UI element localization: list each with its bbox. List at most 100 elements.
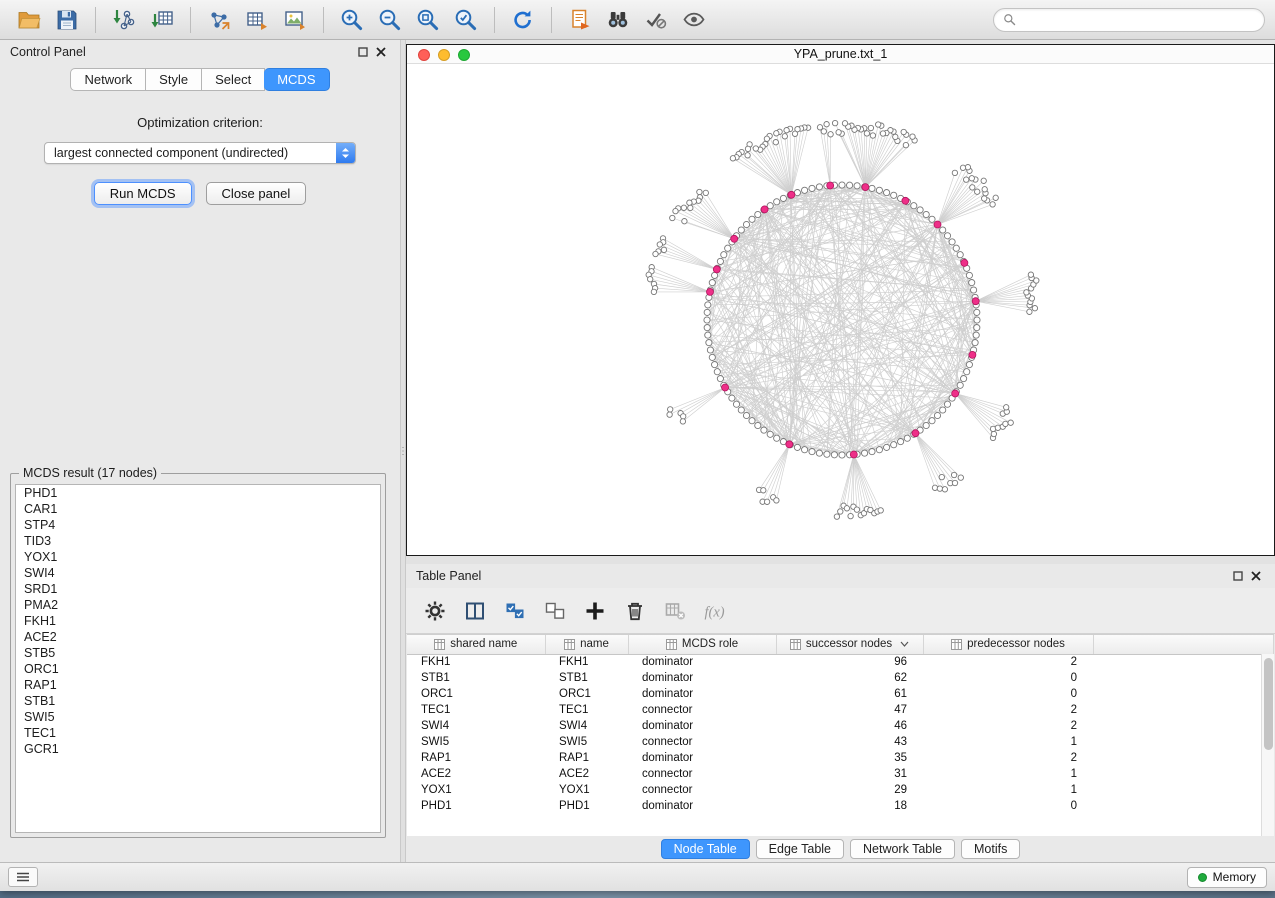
- tab-network-table[interactable]: Network Table: [850, 839, 955, 859]
- table-row[interactable]: RAP1RAP1dominator352: [407, 750, 1274, 766]
- gear-button[interactable]: [420, 596, 450, 626]
- deselect-all-button[interactable]: [540, 596, 570, 626]
- table-row[interactable]: YOX1YOX1connector291: [407, 782, 1274, 798]
- close-panel-icon[interactable]: [372, 44, 390, 60]
- tab-network[interactable]: Network: [70, 68, 146, 91]
- tab-style[interactable]: Style: [146, 68, 202, 91]
- mcds-result-item[interactable]: STP4: [16, 517, 380, 533]
- run-mcds-button[interactable]: Run MCDS: [94, 182, 192, 205]
- table-scrollbar[interactable]: [1261, 654, 1274, 836]
- mcds-result-item[interactable]: ORC1: [16, 661, 380, 677]
- refresh-button[interactable]: [504, 4, 542, 36]
- table-cell: dominator: [628, 750, 776, 766]
- zoom-fit-button[interactable]: [409, 4, 447, 36]
- mcds-result-item[interactable]: STB5: [16, 645, 380, 661]
- add-icon: [584, 600, 606, 622]
- table-cell: [1093, 798, 1274, 814]
- columns-button[interactable]: [460, 596, 490, 626]
- search-input[interactable]: [1022, 13, 1255, 27]
- clipboard-button[interactable]: [561, 4, 599, 36]
- style-check-button[interactable]: [637, 4, 675, 36]
- column-header-empty: [1093, 635, 1274, 654]
- tab-motifs[interactable]: Motifs: [961, 839, 1020, 859]
- horizontal-splitter[interactable]: [406, 556, 1275, 564]
- table-row[interactable]: PHD1PHD1dominator180: [407, 798, 1274, 814]
- network-window: YPA_prune.txt_1: [406, 44, 1275, 556]
- table-row[interactable]: ORC1ORC1dominator610: [407, 686, 1274, 702]
- mcds-result-group: MCDS result (17 nodes) PHD1CAR1STP4TID3Y…: [10, 466, 386, 838]
- table-row[interactable]: SWI4SWI4dominator462: [407, 718, 1274, 734]
- mcds-result-item[interactable]: PMA2: [16, 597, 380, 613]
- mcds-result-item[interactable]: SRD1: [16, 581, 380, 597]
- float-table-panel-icon[interactable]: [1229, 568, 1247, 584]
- main-toolbar-icons: [10, 4, 713, 36]
- mcds-result-item[interactable]: STB1: [16, 693, 380, 709]
- mcds-result-item[interactable]: ACE2: [16, 629, 380, 645]
- tab-mcds[interactable]: MCDS: [264, 68, 329, 91]
- column-header-shared-name[interactable]: shared name: [407, 635, 545, 654]
- column-header-name[interactable]: name: [545, 635, 628, 654]
- table-row[interactable]: TEC1TEC1connector472: [407, 702, 1274, 718]
- table-cell: 29: [776, 782, 923, 798]
- import-network-button[interactable]: [105, 4, 143, 36]
- window-maximize-icon[interactable]: [458, 49, 470, 61]
- float-panel-icon[interactable]: [354, 44, 372, 60]
- tab-node-table[interactable]: Node Table: [661, 839, 750, 859]
- optimization-dropdown[interactable]: largest connected component (undirected): [44, 142, 356, 164]
- export-table-button[interactable]: [238, 4, 276, 36]
- export-image-button[interactable]: [276, 4, 314, 36]
- scrollbar-thumb[interactable]: [1264, 658, 1273, 750]
- import-table-button[interactable]: [143, 4, 181, 36]
- zoom-out-button[interactable]: [371, 4, 409, 36]
- table-grid-icon: [951, 639, 962, 650]
- memory-label: Memory: [1213, 870, 1256, 884]
- window-close-icon[interactable]: [418, 49, 430, 61]
- close-table-panel-icon[interactable]: [1247, 568, 1265, 584]
- mcds-result-item[interactable]: PHD1: [16, 485, 380, 501]
- table-cell: [1093, 686, 1274, 702]
- column-header-predecessor-nodes[interactable]: predecessor nodes: [923, 635, 1093, 654]
- mcds-result-item[interactable]: TID3: [16, 533, 380, 549]
- mcds-result-item[interactable]: CAR1: [16, 501, 380, 517]
- hide-columns-icon: [664, 600, 686, 622]
- delete-icon: [624, 600, 646, 622]
- zoom-in-button[interactable]: [333, 4, 371, 36]
- memory-button[interactable]: Memory: [1187, 867, 1267, 888]
- mcds-result-item[interactable]: SWI5: [16, 709, 380, 725]
- table-row[interactable]: STB1STB1dominator620: [407, 670, 1274, 686]
- mcds-result-item[interactable]: RAP1: [16, 677, 380, 693]
- close-panel-button[interactable]: Close panel: [206, 182, 307, 205]
- table-cell: [1093, 670, 1274, 686]
- table-row[interactable]: FKH1FKH1dominator962: [407, 654, 1274, 670]
- table-cell: SWI4: [407, 718, 545, 734]
- open-file-button[interactable]: [10, 4, 48, 36]
- save-button[interactable]: [48, 4, 86, 36]
- table-row[interactable]: SWI5SWI5connector431: [407, 734, 1274, 750]
- zoom-selected-button[interactable]: [447, 4, 485, 36]
- hamburger-menu-icon[interactable]: [8, 867, 38, 887]
- table-cell: RAP1: [407, 750, 545, 766]
- window-minimize-icon[interactable]: [438, 49, 450, 61]
- table-cell: connector: [628, 734, 776, 750]
- mcds-result-item[interactable]: GCR1: [16, 741, 380, 757]
- search-box[interactable]: [993, 8, 1265, 32]
- table-cell: [1093, 654, 1274, 670]
- network-canvas[interactable]: [407, 64, 1274, 555]
- export-network-button[interactable]: [200, 4, 238, 36]
- mcds-result-item[interactable]: FKH1: [16, 613, 380, 629]
- column-header-successor-nodes[interactable]: successor nodes: [776, 635, 923, 654]
- table-row[interactable]: ACE2ACE2connector311: [407, 766, 1274, 782]
- eye-button[interactable]: [675, 4, 713, 36]
- tab-select[interactable]: Select: [202, 68, 265, 91]
- mcds-result-item[interactable]: YOX1: [16, 549, 380, 565]
- table-cell: 1: [923, 734, 1093, 750]
- mcds-result-item[interactable]: TEC1: [16, 725, 380, 741]
- mcds-result-item[interactable]: SWI4: [16, 565, 380, 581]
- select-all-button[interactable]: [500, 596, 530, 626]
- delete-button[interactable]: [620, 596, 650, 626]
- tab-edge-table[interactable]: Edge Table: [756, 839, 844, 859]
- export-table-icon: [245, 8, 269, 32]
- binoculars-button[interactable]: [599, 4, 637, 36]
- column-header-mcds-role[interactable]: MCDS role: [628, 635, 776, 654]
- add-button[interactable]: [580, 596, 610, 626]
